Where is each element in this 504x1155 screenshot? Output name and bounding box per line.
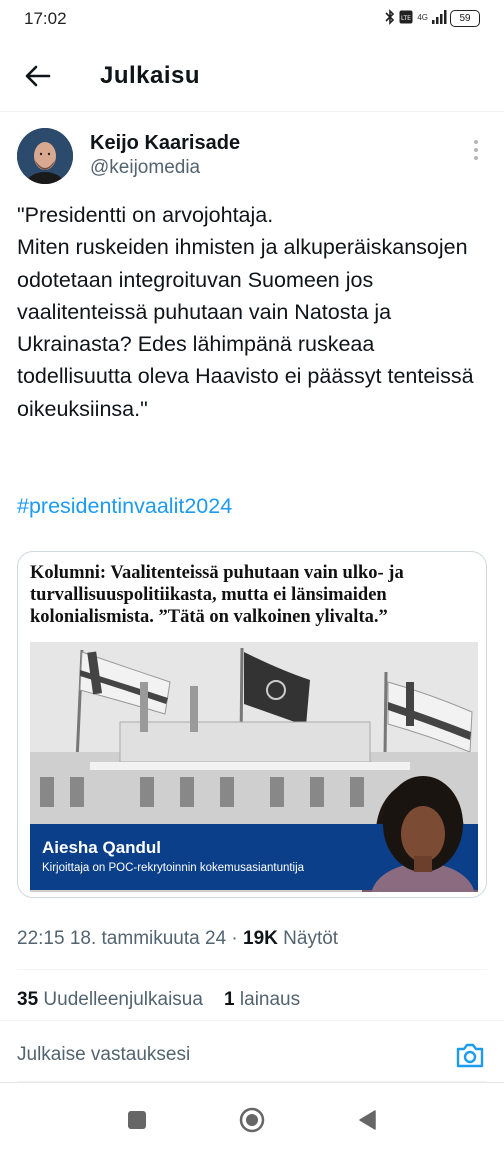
- reposts-link[interactable]: 35 Uudelleenjulkaisua: [17, 989, 203, 1010]
- camera-icon: [456, 1043, 484, 1068]
- battery-level: 59: [459, 13, 471, 24]
- quotes-link[interactable]: 1 lainaus: [224, 989, 300, 1010]
- card-image: Aiesha Qandul Kirjoittaja on POC-rekryto…: [30, 642, 478, 892]
- battery-icon: 59: [450, 10, 480, 27]
- volte-icon: LTE: [399, 10, 413, 24]
- post-stats: 35 Uudelleenjulkaisua 1 lainaus: [17, 989, 300, 1011]
- triangle-back-icon: [359, 1110, 376, 1130]
- reply-composer: Julkaise vastauksesi: [0, 1020, 504, 1082]
- arrow-left-icon: [25, 65, 51, 87]
- signal-icon: [432, 10, 447, 24]
- author-portrait: [371, 776, 475, 892]
- status-bar: 17:02 LTE 4G 59: [0, 0, 504, 40]
- meta-separator: ·: [231, 928, 238, 949]
- views-label: Näytöt: [283, 928, 339, 949]
- author-handle[interactable]: @keijomedia: [90, 157, 200, 179]
- status-icons: LTE 4G: [385, 9, 448, 25]
- back-button[interactable]: [20, 58, 56, 94]
- banner-name: Aiesha Qandul: [42, 838, 162, 857]
- reply-input[interactable]: Julkaise vastauksesi: [17, 1044, 190, 1066]
- svg-text:LTE: LTE: [401, 15, 411, 22]
- camera-button[interactable]: [455, 1041, 485, 1069]
- home-button[interactable]: [239, 1107, 265, 1133]
- avatar-image: [17, 128, 73, 184]
- views-count: 19K: [243, 928, 278, 949]
- status-time: 17:02: [24, 9, 67, 28]
- system-navigation-bar: [0, 1082, 504, 1155]
- banner-subtitle: Kirjoittaja on POC-rekrytoinnin kokemusa…: [42, 862, 305, 874]
- square-icon: [128, 1111, 146, 1129]
- hashtag-link[interactable]: #presidentinvaalit2024: [17, 494, 232, 519]
- page-title: Julkaisu: [100, 62, 201, 89]
- circle-icon: [239, 1107, 265, 1133]
- post-time: 22:15: [17, 928, 65, 949]
- author-name[interactable]: Keijo Kaarisade: [90, 132, 240, 155]
- divider: [17, 969, 487, 970]
- quotes-count: 1: [224, 989, 235, 1010]
- top-app-bar: Julkaisu: [0, 40, 504, 112]
- reposts-count: 35: [17, 989, 39, 1010]
- network-type: 4G: [417, 12, 428, 22]
- card-headline: Kolumni: Vaalitenteissä puhutaan vain ul…: [30, 563, 404, 627]
- recent-apps-button[interactable]: [124, 1107, 150, 1133]
- more-options-icon[interactable]: [468, 140, 484, 166]
- reposts-label: Uudelleenjulkaisua: [43, 989, 203, 1010]
- post-date: 18. tammikuuta 24: [69, 928, 227, 949]
- post-text: "Presidentti on arvojohtaja. Miten ruske…: [17, 203, 474, 421]
- avatar[interactable]: [17, 128, 73, 184]
- back-nav-button[interactable]: [354, 1107, 380, 1133]
- link-card[interactable]: Kolumni: Vaalitenteissä puhutaan vain ul…: [17, 551, 487, 898]
- post-meta: 22:15 18. tammikuuta 24 · 19K Näytöt: [17, 928, 338, 950]
- quotes-label: lainaus: [239, 989, 301, 1010]
- bluetooth-icon: [385, 9, 395, 25]
